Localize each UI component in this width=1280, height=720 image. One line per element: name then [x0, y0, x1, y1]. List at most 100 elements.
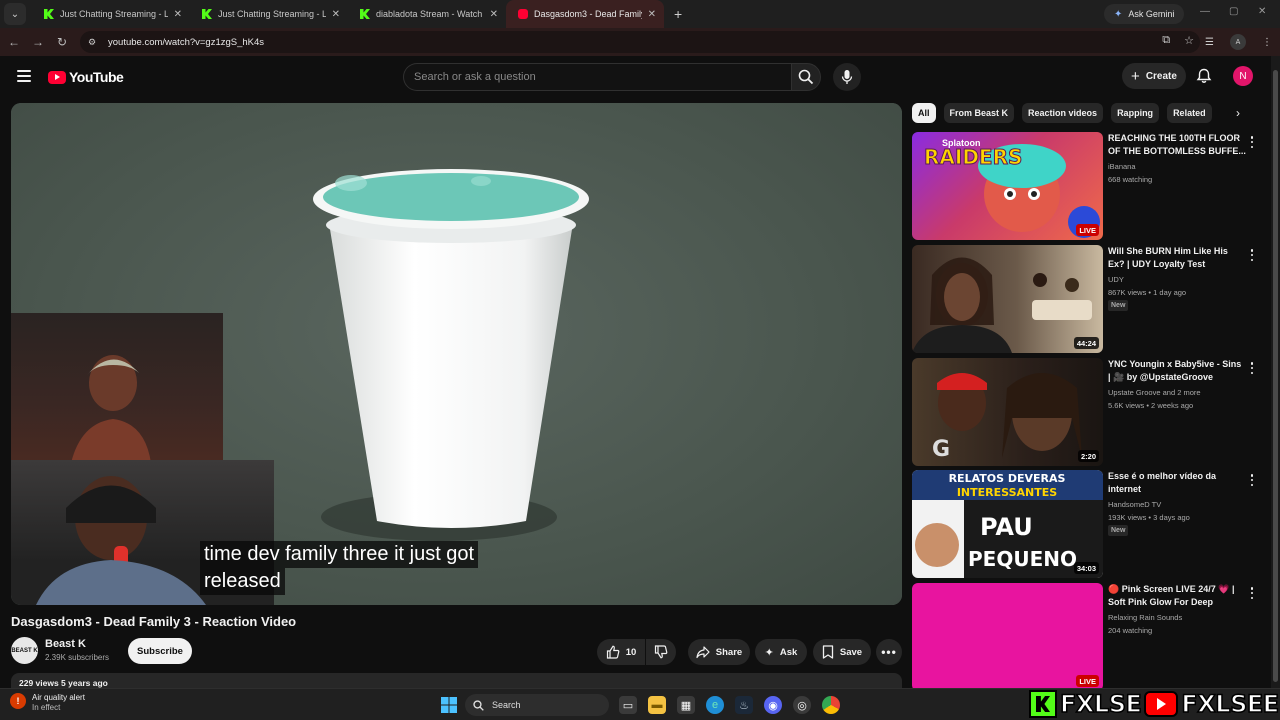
more-vertical-icon[interactable]: [1250, 136, 1254, 148]
forward-icon[interactable]: →: [26, 35, 50, 49]
chip-from-beast-k[interactable]: From Beast K: [943, 103, 1015, 123]
more-vertical-icon[interactable]: [1250, 587, 1254, 599]
reading-list-icon[interactable]: ☰: [1205, 37, 1214, 48]
video-thumbnail[interactable]: LIVE: [912, 583, 1103, 691]
browser-toolbar: ← → ↻ ⚙ youtube.com/watch?v=gz1zgS_hK4s …: [0, 28, 1280, 56]
video-thumbnail[interactable]: G 2:20: [912, 358, 1103, 466]
close-icon[interactable]: ✕: [648, 9, 656, 20]
browser-tab[interactable]: diabladota Stream - Watch Live ✕: [348, 0, 506, 28]
chip-reaction-videos[interactable]: Reaction videos: [1022, 103, 1104, 123]
like-button[interactable]: 10: [597, 639, 645, 665]
channel-name[interactable]: UDY: [1108, 273, 1124, 286]
steam-icon[interactable]: ♨: [735, 696, 753, 714]
video-title[interactable]: 🔴 Pink Screen LIVE 24/7 💗 | Soft Pink Gl…: [1108, 583, 1246, 609]
install-app-icon[interactable]: ⧉: [1162, 34, 1170, 47]
account-avatar[interactable]: N: [1233, 66, 1253, 86]
window-close-icon[interactable]: ✕: [1258, 6, 1266, 17]
page-scrollbar[interactable]: [1271, 56, 1280, 688]
channel-avatar[interactable]: BEAST K: [11, 637, 38, 664]
video-title[interactable]: YNC Youngin x Baby5ive - Sins | 🎥 by @Up…: [1108, 358, 1246, 384]
chip-rapping[interactable]: Rapping: [1111, 103, 1160, 123]
create-button[interactable]: + Create: [1122, 63, 1186, 89]
caption-line: time dev family three it just got: [200, 541, 479, 568]
chevron-right-icon[interactable]: ›: [1236, 106, 1240, 120]
task-view-icon[interactable]: ▭: [619, 696, 637, 714]
thumbnail-text: RAIDERS: [924, 145, 1022, 169]
maximize-icon[interactable]: ▢: [1229, 6, 1238, 17]
more-vertical-icon[interactable]: [1250, 362, 1254, 374]
dislike-button[interactable]: [646, 639, 676, 665]
subscribe-button[interactable]: Subscribe: [128, 638, 192, 664]
channel-name[interactable]: iBanana: [1108, 160, 1136, 173]
recommended-video[interactable]: Splatoon RAIDERS LIVE REACHING THE 100TH…: [912, 132, 1262, 240]
duration-badge: 34:03: [1073, 562, 1099, 574]
recommended-video[interactable]: LIVE 🔴 Pink Screen LIVE 24/7 💗 | Soft Pi…: [912, 583, 1262, 691]
discord-icon[interactable]: ◉: [764, 696, 782, 714]
menu-icon[interactable]: [17, 70, 31, 82]
browser-tab-strip: ⌄ Just Chatting Streaming - Live S ✕ Jus…: [0, 0, 1280, 28]
video-stats: 204 watching: [1108, 626, 1153, 635]
close-icon[interactable]: ✕: [174, 9, 182, 20]
video-thumbnail[interactable]: Splatoon RAIDERS LIVE: [912, 132, 1103, 240]
more-vertical-icon[interactable]: [1250, 249, 1254, 261]
browser-tab-active[interactable]: Dasgasdom3 - Dead Family 3 - ✕: [506, 0, 664, 28]
tab-title: Dasgasdom3 - Dead Family 3 -: [534, 9, 642, 19]
recommended-video[interactable]: RELATOS DEVERAS INTERESSANTES PAU PEQUEN…: [912, 470, 1262, 578]
video-thumbnail[interactable]: RELATOS DEVERAS INTERESSANTES PAU PEQUEN…: [912, 470, 1103, 578]
video-title[interactable]: Will She BURN Him Like His Ex? | UDY Loy…: [1108, 245, 1246, 271]
video-thumbnail[interactable]: 44:24: [912, 245, 1103, 353]
address-bar[interactable]: ⚙ youtube.com/watch?v=gz1zgS_hK4s: [80, 31, 1200, 53]
browser-menu-icon[interactable]: ⋮: [1262, 37, 1272, 48]
channel-name[interactable]: Relaxing Rain Sounds: [1108, 611, 1182, 624]
share-button[interactable]: Share: [688, 639, 750, 665]
reload-icon[interactable]: ↻: [50, 35, 74, 49]
browser-tab[interactable]: Just Chatting Streaming - Live S ✕: [32, 0, 190, 28]
scrollbar-thumb[interactable]: [1273, 70, 1278, 682]
close-icon[interactable]: ✕: [490, 9, 498, 20]
more-actions-button[interactable]: •••: [876, 639, 902, 665]
search-input[interactable]: Search or ask a question: [403, 63, 791, 91]
back-icon[interactable]: ←: [2, 35, 26, 49]
thumbnail-text: INTERESSANTES: [957, 486, 1057, 499]
site-info-icon[interactable]: ⚙: [88, 37, 100, 47]
taskbar-search[interactable]: Search: [465, 694, 609, 716]
youtube-logo[interactable]: YouTube: [48, 69, 124, 85]
ask-button[interactable]: ✦ Ask: [755, 639, 807, 665]
save-button[interactable]: Save: [813, 639, 871, 665]
microsoft-store-icon[interactable]: ▦: [677, 696, 695, 714]
edge-browser-icon[interactable]: e: [706, 696, 724, 714]
brand-name: FXLSEE: [1181, 689, 1280, 719]
more-vertical-icon[interactable]: [1250, 474, 1254, 486]
browser-tab[interactable]: Just Chatting Streaming - Live S ✕: [190, 0, 348, 28]
bookmark-star-icon[interactable]: ☆: [1184, 34, 1194, 47]
video-player[interactable]: time dev family three it just got releas…: [11, 103, 902, 605]
ask-gemini-button[interactable]: ✦ Ask Gemini: [1104, 4, 1185, 24]
search-button[interactable]: [791, 63, 821, 91]
share-label: Share: [715, 646, 743, 658]
chrome-icon[interactable]: [822, 696, 840, 714]
profile-avatar[interactable]: A: [1230, 34, 1246, 50]
channel-name[interactable]: HandsomeD TV: [1108, 498, 1161, 511]
obs-icon[interactable]: ◎: [793, 696, 811, 714]
notifications-bell-icon[interactable]: [1196, 68, 1212, 84]
new-tab-button[interactable]: +: [674, 6, 682, 22]
video-title[interactable]: Esse é o melhor vídeo da internet: [1108, 470, 1246, 496]
file-explorer-icon[interactable]: ▬: [648, 696, 666, 714]
voice-search-button[interactable]: [833, 63, 861, 91]
description-box[interactable]: 229 views 5 years ago: [11, 673, 902, 689]
channel-name[interactable]: Upstate Groove and 2 more: [1108, 386, 1201, 399]
chip-related[interactable]: Related: [1167, 103, 1212, 123]
recommended-video[interactable]: 44:24 Will She BURN Him Like His Ex? | U…: [912, 245, 1262, 353]
minimize-icon[interactable]: —: [1200, 6, 1210, 17]
youtube-header: YouTube Search or ask a question + Creat…: [0, 56, 1270, 98]
tab-search-button[interactable]: ⌄: [4, 3, 26, 25]
close-icon[interactable]: ✕: [332, 9, 340, 20]
windows-start-icon[interactable]: [440, 696, 458, 714]
air-quality-widget[interactable]: ! Air quality alert In effect: [10, 693, 85, 713]
video-title[interactable]: REACHING THE 100TH FLOOR OF THE BOTTOMLE…: [1108, 132, 1246, 158]
youtube-icon: [518, 9, 528, 19]
chip-all[interactable]: All: [912, 103, 936, 123]
thumbnail-text: PAU: [980, 513, 1033, 541]
recommended-video[interactable]: G 2:20 YNC Youngin x Baby5ive - Sins | 🎥…: [912, 358, 1262, 466]
channel-name[interactable]: Beast K: [45, 638, 86, 650]
